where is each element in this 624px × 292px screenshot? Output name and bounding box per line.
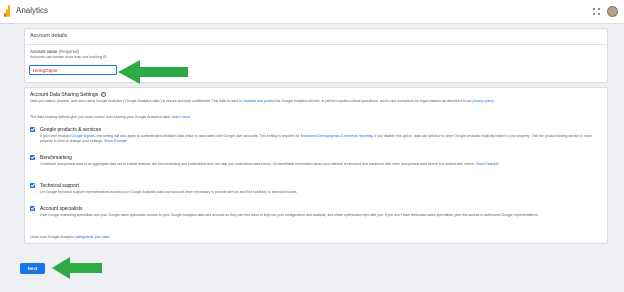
account-details-card: Account details Account name (Required) … xyxy=(24,28,608,83)
option-title: Technical support xyxy=(40,183,79,189)
annotation-arrow-icon xyxy=(118,60,188,84)
enhanced-demographics-link[interactable]: Enhanced Demographics & Interests report… xyxy=(301,134,373,138)
show-example-link[interactable]: Show Example xyxy=(476,162,499,166)
option-title: Benchmarking xyxy=(40,155,72,161)
learn-text: Learn how Google Analytics xyxy=(30,235,75,239)
privacy-policy-link[interactable]: privacy policy xyxy=(473,99,494,103)
data-sharing-title-text: Account Data Sharing Settings xyxy=(30,92,99,98)
desc-text-rest: , this setting will also apply to authen… xyxy=(94,134,300,138)
account-specialists-checkbox[interactable] xyxy=(30,206,35,211)
sharing-intro: The data sharing options give you more c… xyxy=(30,115,191,119)
required-marker: (Required) xyxy=(58,49,79,54)
safeguards-text: Learn how Google Analytics safeguards yo… xyxy=(30,235,109,239)
analytics-logo-icon[interactable] xyxy=(4,5,11,17)
technical-support-checkbox[interactable] xyxy=(30,183,35,188)
account-name-label: Account name (Required) xyxy=(30,49,79,54)
next-button[interactable]: Next xyxy=(20,263,45,274)
top-bar: Analytics xyxy=(0,0,624,24)
account-name-label-text: Account name xyxy=(30,49,58,54)
option-title: Google products & services xyxy=(40,127,102,133)
apps-grid-icon[interactable] xyxy=(593,8,600,15)
option-title: Account specialists xyxy=(40,206,83,212)
learn-more-link[interactable]: Learn more. xyxy=(171,115,190,119)
description-text: Data you collect, process, and store usi… xyxy=(30,99,242,103)
option-description: If you have enabled Google signals, this… xyxy=(40,134,605,144)
app-title: Analytics xyxy=(16,6,49,15)
safeguards-link[interactable]: safeguards your data xyxy=(76,235,110,239)
google-signals-link[interactable]: Google signals xyxy=(72,134,95,138)
data-sharing-card: Account Data Sharing Settings ? Data you… xyxy=(24,87,608,244)
option-description: Give Google marketing specialists and yo… xyxy=(40,213,539,217)
desc-text: If you have enabled xyxy=(40,134,71,138)
show-example-link[interactable]: Show Example xyxy=(104,139,127,143)
annotation-arrow-icon xyxy=(52,257,102,279)
description-text-mid: the Google Analytics service, to perform… xyxy=(275,99,472,103)
divider xyxy=(25,44,607,45)
data-sharing-description: Data you collect, process, and store usi… xyxy=(30,99,495,103)
account-name-input[interactable] xyxy=(29,65,117,75)
option-description: Contribute anonymous data to an aggregat… xyxy=(40,162,605,167)
maintain-protect-link[interactable]: maintain and protect xyxy=(243,99,275,103)
account-details-title: Account details xyxy=(30,33,68,39)
help-icon[interactable]: ? xyxy=(100,92,106,98)
benchmarking-checkbox[interactable] xyxy=(30,155,35,160)
google-products-checkbox[interactable] xyxy=(30,127,35,132)
account-name-hint: Accounts can contain more than one track… xyxy=(30,55,108,59)
data-sharing-title: Account Data Sharing Settings ? xyxy=(30,92,106,98)
option-description: Let Google technical support representat… xyxy=(40,190,298,194)
desc-text: Contribute anonymous data to an aggregat… xyxy=(40,162,475,166)
intro-text: The data sharing options give you more c… xyxy=(30,115,171,119)
avatar[interactable] xyxy=(607,6,618,17)
